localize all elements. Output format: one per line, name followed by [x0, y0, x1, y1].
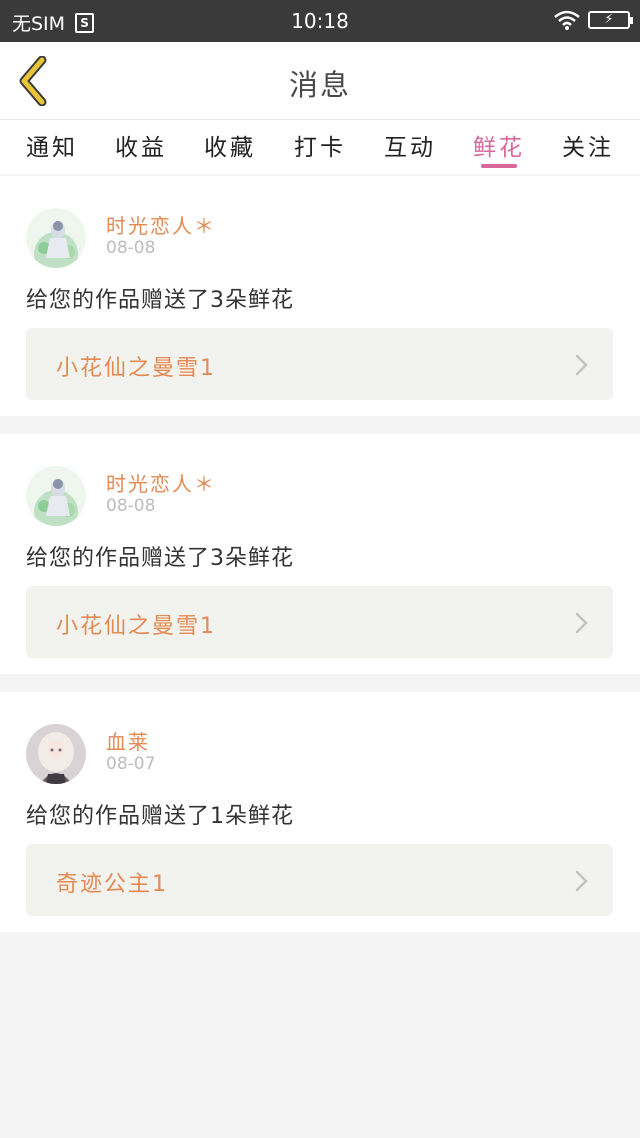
notification-card: 时光恋人＊ 08-08 给您的作品赠送了3朵鲜花 小花仙之曼雪1 [0, 434, 640, 674]
message-text: 给您的作品赠送了3朵鲜花 [26, 288, 294, 313]
work-link[interactable]: 小花仙之曼雪1 [26, 328, 613, 400]
header: 消息 [0, 42, 640, 120]
tab-favorites[interactable]: 收藏 [190, 128, 270, 162]
avatar[interactable] [26, 208, 86, 268]
chevron-right-icon [575, 870, 588, 892]
status-time: 10:18 [291, 9, 349, 33]
avatar[interactable] [26, 466, 86, 526]
sender-name[interactable]: 时光恋人＊ [106, 210, 216, 239]
work-title: 奇迹公主1 [56, 872, 168, 897]
tab-bar: 通知 收益 收藏 打卡 互动 鲜花 关注 [0, 120, 640, 174]
message-text: 给您的作品赠送了3朵鲜花 [26, 546, 294, 571]
message-date: 08-08 [106, 238, 156, 258]
work-link[interactable]: 奇迹公主1 [26, 844, 613, 916]
chevron-right-icon [575, 612, 588, 634]
message-text: 给您的作品赠送了1朵鲜花 [26, 804, 294, 829]
page-title: 消息 [288, 68, 351, 102]
notification-card: 时光恋人＊ 08-08 给您的作品赠送了3朵鲜花 小花仙之曼雪1 [0, 176, 640, 416]
chevron-right-icon [575, 354, 588, 376]
status-bar: 无SIM S 10:18 ⚡ [0, 0, 640, 42]
wifi-icon [554, 10, 580, 30]
tab-interaction[interactable]: 互动 [370, 128, 450, 162]
work-title: 小花仙之曼雪1 [56, 614, 216, 639]
avatar[interactable] [26, 724, 86, 784]
message-date: 08-08 [106, 496, 156, 516]
work-title: 小花仙之曼雪1 [56, 356, 216, 381]
tab-flowers[interactable]: 鲜花 [459, 128, 539, 162]
notification-card: 血莱 08-07 给您的作品赠送了1朵鲜花 奇迹公主1 [0, 692, 640, 932]
tab-follow[interactable]: 关注 [548, 128, 628, 162]
sender-name[interactable]: 血莱 [106, 726, 150, 755]
sender-name[interactable]: 时光恋人＊ [106, 468, 216, 497]
battery-charging-icon: ⚡ [588, 11, 633, 29]
tab-earnings[interactable]: 收益 [101, 128, 181, 162]
tab-checkin[interactable]: 打卡 [280, 128, 360, 162]
message-date: 08-07 [106, 754, 156, 774]
tab-notice[interactable]: 通知 [12, 128, 92, 162]
work-link[interactable]: 小花仙之曼雪1 [26, 586, 613, 658]
active-tab-indicator [481, 164, 517, 168]
